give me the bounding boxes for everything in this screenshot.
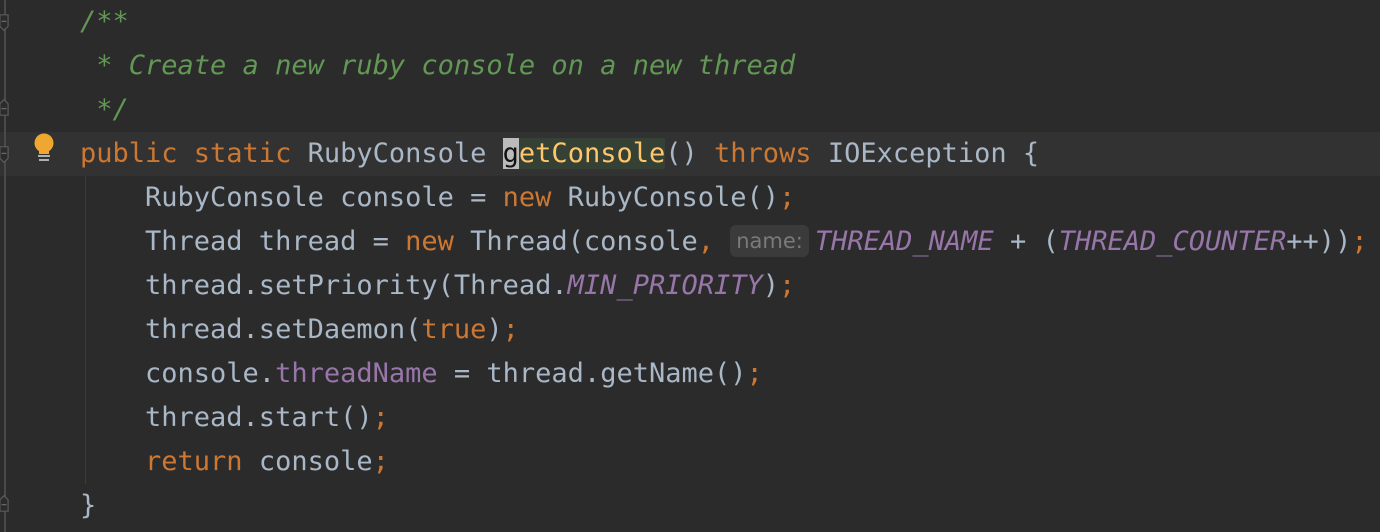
code-text: ++)) xyxy=(1286,226,1352,257)
code-line[interactable]: return console; xyxy=(80,440,1368,484)
punctuation: , xyxy=(697,226,731,257)
constant: THREAD_NAME xyxy=(814,226,994,257)
code-text: console. xyxy=(80,358,276,389)
code-line[interactable]: * Create a new ruby console on a new thr… xyxy=(80,44,1368,88)
code-text: IOException { xyxy=(827,138,1040,169)
gutter-fold-line xyxy=(4,0,6,532)
code-text: Thread(console xyxy=(470,226,698,257)
comment: */ xyxy=(80,94,129,125)
code-text: thread.setPriority(Thread. xyxy=(80,270,568,301)
code-line[interactable]: thread.setPriority(Thread.MIN_PRIORITY); xyxy=(80,264,1368,308)
keyword: return xyxy=(80,446,259,477)
keyword: public static xyxy=(80,138,308,169)
keyword: throws xyxy=(714,138,828,169)
code-line[interactable]: } xyxy=(80,484,1368,528)
code-text: () xyxy=(665,138,715,169)
code-text: Thread thread = xyxy=(80,226,406,257)
punctuation: ; xyxy=(779,270,796,301)
code-line[interactable]: public static RubyConsole getConsole() t… xyxy=(80,132,1368,176)
keyword: new xyxy=(502,182,568,213)
code-text: } xyxy=(80,490,97,521)
code-text: console xyxy=(258,446,373,477)
punctuation: ; xyxy=(1351,226,1368,257)
punctuation: ; xyxy=(502,314,519,345)
constant: THREAD_COUNTER xyxy=(1058,226,1287,257)
code-line[interactable]: Thread thread = new Thread(console, name… xyxy=(80,220,1368,264)
text-cursor: g xyxy=(502,138,519,169)
field: threadName xyxy=(275,358,438,389)
code-text: = thread.getName() xyxy=(437,358,747,389)
code-text: ) xyxy=(762,270,780,301)
code-text: thread.start() xyxy=(80,402,373,433)
keyword: true xyxy=(421,314,487,345)
constant: MIN_PRIORITY xyxy=(567,270,763,301)
code-line[interactable]: thread.setDaemon(true); xyxy=(80,308,1368,352)
fold-marker-icon[interactable] xyxy=(0,14,10,32)
comment: /** xyxy=(80,6,129,37)
fold-marker-icon[interactable] xyxy=(0,146,10,164)
code-line[interactable]: console.threadName = thread.getName(); xyxy=(80,352,1368,396)
fold-marker-icon[interactable] xyxy=(0,98,10,116)
code-text: RubyConsole xyxy=(307,138,503,169)
code-text: thread.setDaemon( xyxy=(80,314,422,345)
fold-marker-icon[interactable] xyxy=(0,494,10,512)
code-text: + ( xyxy=(993,226,1059,257)
keyword: new xyxy=(405,226,471,257)
code-text: RubyConsole() xyxy=(567,182,779,213)
code-line[interactable]: */ xyxy=(80,88,1368,132)
punctuation: ; xyxy=(372,402,389,433)
code-line[interactable]: thread.start(); xyxy=(80,396,1368,440)
punctuation: ; xyxy=(779,182,796,213)
parameter-hint: name: xyxy=(730,225,809,257)
punctuation: ; xyxy=(746,358,763,389)
code-text: ) xyxy=(486,314,503,345)
code-line[interactable]: RubyConsole console = new RubyConsole(); xyxy=(80,176,1368,220)
comment: * Create a new ruby console on a new thr… xyxy=(80,50,796,81)
code-text: RubyConsole console = xyxy=(80,182,503,213)
lightbulb-icon[interactable] xyxy=(33,133,55,163)
code-line[interactable]: /** xyxy=(80,0,1368,44)
punctuation: ; xyxy=(372,446,389,477)
code-editor[interactable]: /** * Create a new ruby console on a new… xyxy=(80,0,1368,528)
method-name: etConsole xyxy=(518,138,666,169)
